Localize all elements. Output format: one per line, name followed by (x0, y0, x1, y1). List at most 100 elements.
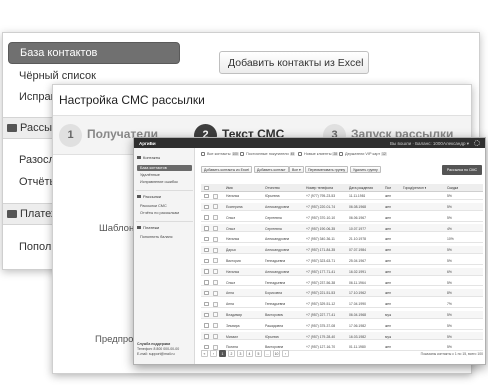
edit-icon[interactable] (213, 204, 218, 210)
add-from-excel-button[interactable]: Добавить контакты из Excel (201, 166, 253, 173)
brand-logo[interactable]: АргиБи (139, 141, 156, 146)
row-checkbox[interactable] (204, 193, 209, 199)
sms-mailing-button[interactable]: Рассылка по СМС (442, 165, 482, 175)
row-checkbox[interactable] (204, 247, 209, 253)
sidebar-group-contacts[interactable]: Контакты (137, 155, 192, 161)
column-header[interactable]: Скидка (447, 186, 458, 190)
sidebar-item-sms-mailings[interactable]: Рассылки СМС (140, 204, 167, 208)
edit-icon[interactable] (213, 301, 218, 307)
row-checkbox[interactable] (204, 204, 209, 210)
row-checkbox[interactable] (204, 215, 209, 220)
menu-item-blacklist[interactable]: Чёрный список (19, 70, 96, 82)
column-header[interactable]: Город/регион ▾ (403, 186, 426, 190)
menu-group-mailings[interactable]: Рассы (3, 117, 53, 139)
table-row[interactable]: Эльвира Рашидовна +7 (957) 375-37-08 17.06.… (201, 322, 483, 330)
edit-icon[interactable] (213, 269, 218, 275)
row-checkbox[interactable] (204, 312, 209, 318)
row-checkbox[interactable] (204, 301, 209, 307)
sidebar-item-mailing-reports[interactable]: Отчёты по рассылкам (140, 211, 179, 215)
page-button[interactable]: 3 (237, 350, 244, 357)
menu-item-contacts-base[interactable]: База контактов (8, 42, 180, 64)
row-checkbox[interactable] (204, 290, 209, 296)
row-checkbox[interactable] (204, 344, 209, 350)
sidebar-group-payments[interactable]: Платежи (137, 225, 192, 231)
template-label: Шаблон (99, 223, 135, 234)
sidebar-item-top-up[interactable]: Пополнить баланс (140, 235, 173, 239)
page-button[interactable]: … (264, 350, 271, 357)
edit-icon[interactable] (213, 215, 218, 221)
column-header[interactable]: Номер телефона (306, 186, 333, 190)
edit-icon[interactable] (213, 290, 218, 296)
table-row[interactable]: Наталья Александровна +7 (957) 340-36-11 21… (201, 235, 483, 244)
sidebar-item-contacts-base[interactable]: База контактов (137, 165, 192, 171)
rename-group-button[interactable]: Переименовать группу (305, 166, 349, 173)
table-row[interactable]: Михаил Юрьевич +7 (957) 179-28-40 16.03.198… (201, 332, 483, 341)
sidebar-group-mailings[interactable]: Рассылки (137, 194, 192, 200)
table-row[interactable]: Анна Борисовна +7 (957) 221-51-53 17.10.196… (201, 289, 483, 298)
gear-icon[interactable] (474, 140, 480, 146)
edit-icon[interactable] (213, 333, 218, 339)
table-cell: Полина (226, 345, 238, 350)
edit-icon[interactable] (213, 344, 218, 350)
column-header[interactable]: Имя (226, 186, 233, 190)
table-row[interactable]: Дарья Александровна +7 (957) 171-84-35 07.0… (201, 246, 483, 254)
edit-icon[interactable] (213, 225, 218, 231)
select-all-checkbox[interactable] (204, 185, 209, 191)
edit-icon[interactable] (213, 247, 218, 253)
table-row[interactable]: Наталья Юрьевна +7 (977) 795-23-53 11.11.19… (201, 192, 483, 200)
menu-item-corrections[interactable]: Исправ (19, 91, 56, 103)
page-button[interactable]: › (282, 350, 289, 357)
row-checkbox[interactable] (204, 323, 209, 328)
add-contacts-excel-button[interactable]: Добавить контакты из Excel (219, 51, 369, 74)
tab-new-clients[interactable]: Новые клиенты 28 (298, 152, 339, 156)
column-header[interactable]: Дата рождения (349, 186, 373, 190)
column-header[interactable]: Пол (385, 186, 391, 190)
column-header[interactable]: Отчество (265, 186, 280, 190)
pagination-info: Показаны контакты с 1 по 15, всего 100 (420, 352, 483, 356)
page-button[interactable]: ‹ (210, 350, 217, 357)
table-cell: 06.11.1964 (349, 280, 366, 285)
tab-regular-customers[interactable]: Постоянные покупатели 45 (240, 152, 296, 156)
table-row[interactable]: Ольга Геннадьевна +7 (957) 237-56-38 06.11.… (201, 278, 483, 287)
edit-icon[interactable] (213, 312, 218, 318)
table-cell: Ольга (226, 215, 236, 220)
menu-item-send[interactable]: Разосл (19, 154, 55, 166)
edit-icon[interactable] (213, 193, 218, 199)
edit-icon[interactable] (213, 236, 218, 242)
table-row[interactable]: Наталья Александровна +7 (957) 177-71-41 16… (201, 267, 483, 276)
table-cell: 5% (447, 215, 452, 220)
row-checkbox[interactable] (204, 258, 209, 264)
page-button[interactable]: 2 (228, 350, 235, 357)
menu-group-mailings-label: Рассы (20, 122, 52, 134)
support-email[interactable]: E-mail: support@mail.ru (137, 352, 193, 357)
page-button[interactable]: 4 (246, 350, 253, 357)
page-button[interactable]: 1 (219, 350, 226, 357)
row-checkbox[interactable] (204, 280, 209, 285)
tab-vip-holders[interactable]: Держатели VIP карт 12 (339, 152, 387, 156)
row-checkbox[interactable] (204, 269, 209, 274)
menu-group-payments[interactable]: Платеж (3, 203, 58, 225)
page-button[interactable]: 5 (255, 350, 262, 357)
table-row[interactable]: Владимир Викторович +7 (957) 227-77-41 06.0… (201, 310, 483, 319)
row-checkbox[interactable] (204, 226, 209, 231)
row-checkbox[interactable] (204, 236, 209, 242)
row-checkbox[interactable] (204, 334, 209, 339)
table-row[interactable]: Ольга Сергеевна +7 (957) 370-10-10 06.06.19… (201, 214, 483, 222)
edit-icon[interactable] (213, 258, 218, 264)
add-contact-button[interactable]: Добавить контакт (254, 166, 289, 173)
tab-all-contacts[interactable]: Все контакты 100 (201, 152, 239, 156)
delete-group-button[interactable]: Удалить группу (350, 166, 381, 173)
edit-icon[interactable] (213, 323, 218, 329)
user-menu[interactable]: Александр ▾ (443, 141, 469, 147)
edit-icon[interactable] (213, 279, 218, 285)
page-button[interactable]: « (201, 350, 208, 357)
tab-label: Новые клиенты (304, 152, 332, 156)
table-row[interactable]: Виктория Геннадьевна +7 (957) 323-63-71 25.… (201, 257, 483, 265)
sidebar-item-deleted[interactable]: Удалённые (140, 173, 160, 177)
table-row[interactable]: Екатерина Александровна +7 (957) 220-01-74… (201, 202, 483, 211)
sidebar-item-fix-errors[interactable]: Исправление ошибок (140, 180, 178, 184)
page-button[interactable]: 10 (273, 350, 280, 357)
select-all-dropdown[interactable]: Все ▾ (289, 166, 304, 173)
table-row[interactable]: Ольга Сергеевна +7 (957) 190-06-35 10.07.19… (201, 224, 483, 233)
table-row[interactable]: Анна Геннадьевна +7 (957) 329-51-12 17.04.1… (201, 300, 483, 308)
